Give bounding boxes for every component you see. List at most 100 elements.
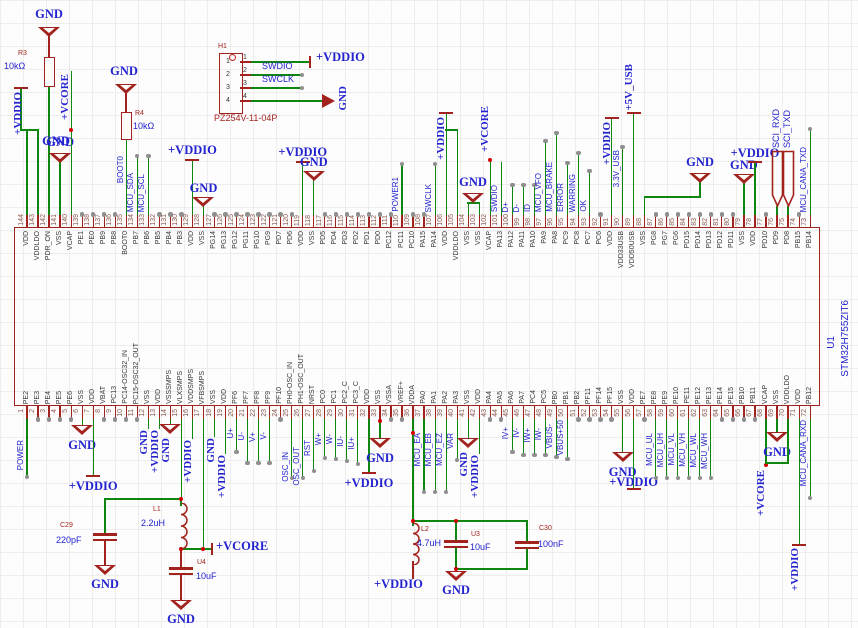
pin-name: VDD — [89, 389, 96, 404]
pin-stub — [203, 213, 204, 227]
pin-number: 92 — [592, 218, 599, 226]
pin-number: 47 — [525, 409, 532, 417]
net-label: MCU_SDA — [127, 173, 135, 212]
pin-name: VDD — [23, 231, 30, 246]
pin-name: PF7 — [243, 391, 250, 404]
pin-dot — [587, 417, 591, 421]
pin-number: 54 — [603, 409, 610, 417]
pin-name: PA10 — [530, 231, 537, 248]
wire — [699, 182, 700, 197]
part-ref: C29 — [60, 522, 73, 529]
pin-dot — [389, 417, 393, 421]
gnd-label: GND — [161, 438, 172, 462]
net-wire — [644, 196, 645, 214]
pin-dot — [532, 453, 536, 457]
power-bar-icon — [748, 161, 762, 163]
power-label: +VDDIO — [217, 455, 228, 498]
pin-number: 75 — [779, 218, 786, 226]
pin-number: 37 — [415, 409, 422, 417]
gnd-label: GND — [459, 176, 487, 189]
pin-number: 51 — [570, 409, 577, 417]
pin-name: PB11 — [750, 387, 757, 404]
pin-number: 111 — [382, 215, 389, 226]
pin-number: 88 — [636, 218, 643, 226]
junction-dot — [488, 158, 492, 162]
pin-name: VSS — [773, 390, 780, 404]
net-label: OK — [580, 200, 588, 212]
capacitor-U4 — [169, 573, 193, 576]
net-label: IU- — [337, 436, 345, 447]
pin-name: PG6 — [673, 231, 680, 245]
power-label: +VDDIO — [316, 51, 365, 64]
pin-number: 5 — [62, 409, 69, 413]
pin-dot — [301, 476, 305, 480]
schematic-canvas[interactable]: 144VDD143VDDLDO142PDR_ON141VSS140VCAP139… — [0, 0, 858, 628]
pin-dot — [521, 183, 525, 187]
net-label: MCU_VH — [679, 433, 687, 467]
pin-stub — [401, 213, 402, 227]
pin-dot — [278, 417, 282, 421]
net-label: SCI_TXD — [783, 110, 792, 148]
pin-stub — [644, 213, 645, 227]
connector-pin-number: 1 — [226, 58, 230, 65]
gnd-label: GND — [35, 8, 63, 21]
pin-number: 38 — [426, 409, 433, 417]
power-label: +VDDIO — [69, 480, 118, 493]
pin-dot — [400, 162, 404, 166]
pin-name: NRST — [309, 385, 316, 404]
pin-stub — [567, 213, 568, 227]
pin-name: PE1 — [78, 231, 85, 244]
pin-number: 50 — [558, 409, 565, 417]
pin-name: PE6 — [67, 391, 74, 404]
net-label: SWDIO — [491, 185, 499, 212]
net-label: IV- — [513, 428, 521, 438]
pin-number: 61 — [680, 409, 687, 417]
pin-number: 94 — [570, 218, 577, 226]
net-wire — [203, 419, 204, 549]
part-value: 4.7uH — [417, 539, 441, 548]
capacitor-C29 — [93, 539, 117, 542]
pin-name: VDDLDO — [453, 231, 460, 260]
net-wire — [269, 419, 270, 461]
pin-name: BOOT0 — [122, 231, 129, 255]
wire — [251, 100, 322, 101]
pin-name: PA0 — [420, 391, 427, 404]
net-wire — [710, 419, 711, 476]
pin-name: VDD — [298, 231, 305, 246]
net-label: OSC_IN — [282, 452, 290, 482]
pin-stub — [71, 213, 72, 227]
net-wire — [26, 129, 27, 214]
pin-dot — [554, 131, 558, 135]
pin-dot — [554, 455, 558, 459]
pin-number: 40 — [448, 409, 455, 417]
pin-number: 10 — [117, 409, 124, 417]
pin-name: PC13 — [111, 386, 118, 404]
pin-number: 102 — [481, 214, 488, 226]
pin-number: 130 — [172, 214, 179, 226]
gnd-arrow-icon — [175, 601, 187, 606]
net-wire — [59, 162, 60, 214]
net-label: RST — [304, 440, 312, 456]
pin-name: PB6 — [144, 231, 151, 244]
net-label: MCU_VFO — [535, 173, 543, 212]
pin-number: 23 — [261, 409, 268, 417]
gnd-arrow-icon — [76, 426, 88, 431]
pin-number: 131 — [161, 214, 168, 226]
pin-stub — [776, 213, 777, 227]
pin-number: 138 — [84, 214, 91, 226]
pin-number: 87 — [647, 218, 654, 226]
pin-name: VSS — [464, 390, 471, 404]
net-wire — [479, 419, 480, 453]
pin-name: PA11 — [519, 231, 526, 247]
pin-number: 76 — [768, 218, 775, 226]
pin-number: 141 — [51, 214, 58, 226]
pin-name: PC3_C — [353, 381, 360, 404]
pin-name: VDD — [750, 231, 757, 246]
pin-name: VDD — [629, 389, 636, 404]
net-label: W- — [326, 434, 334, 444]
pin-number: 65 — [724, 409, 731, 417]
pin-name: PE4 — [45, 391, 52, 404]
pin-dot — [676, 476, 680, 480]
pin-number: 82 — [702, 218, 709, 226]
pin-name: PD3 — [342, 231, 349, 245]
